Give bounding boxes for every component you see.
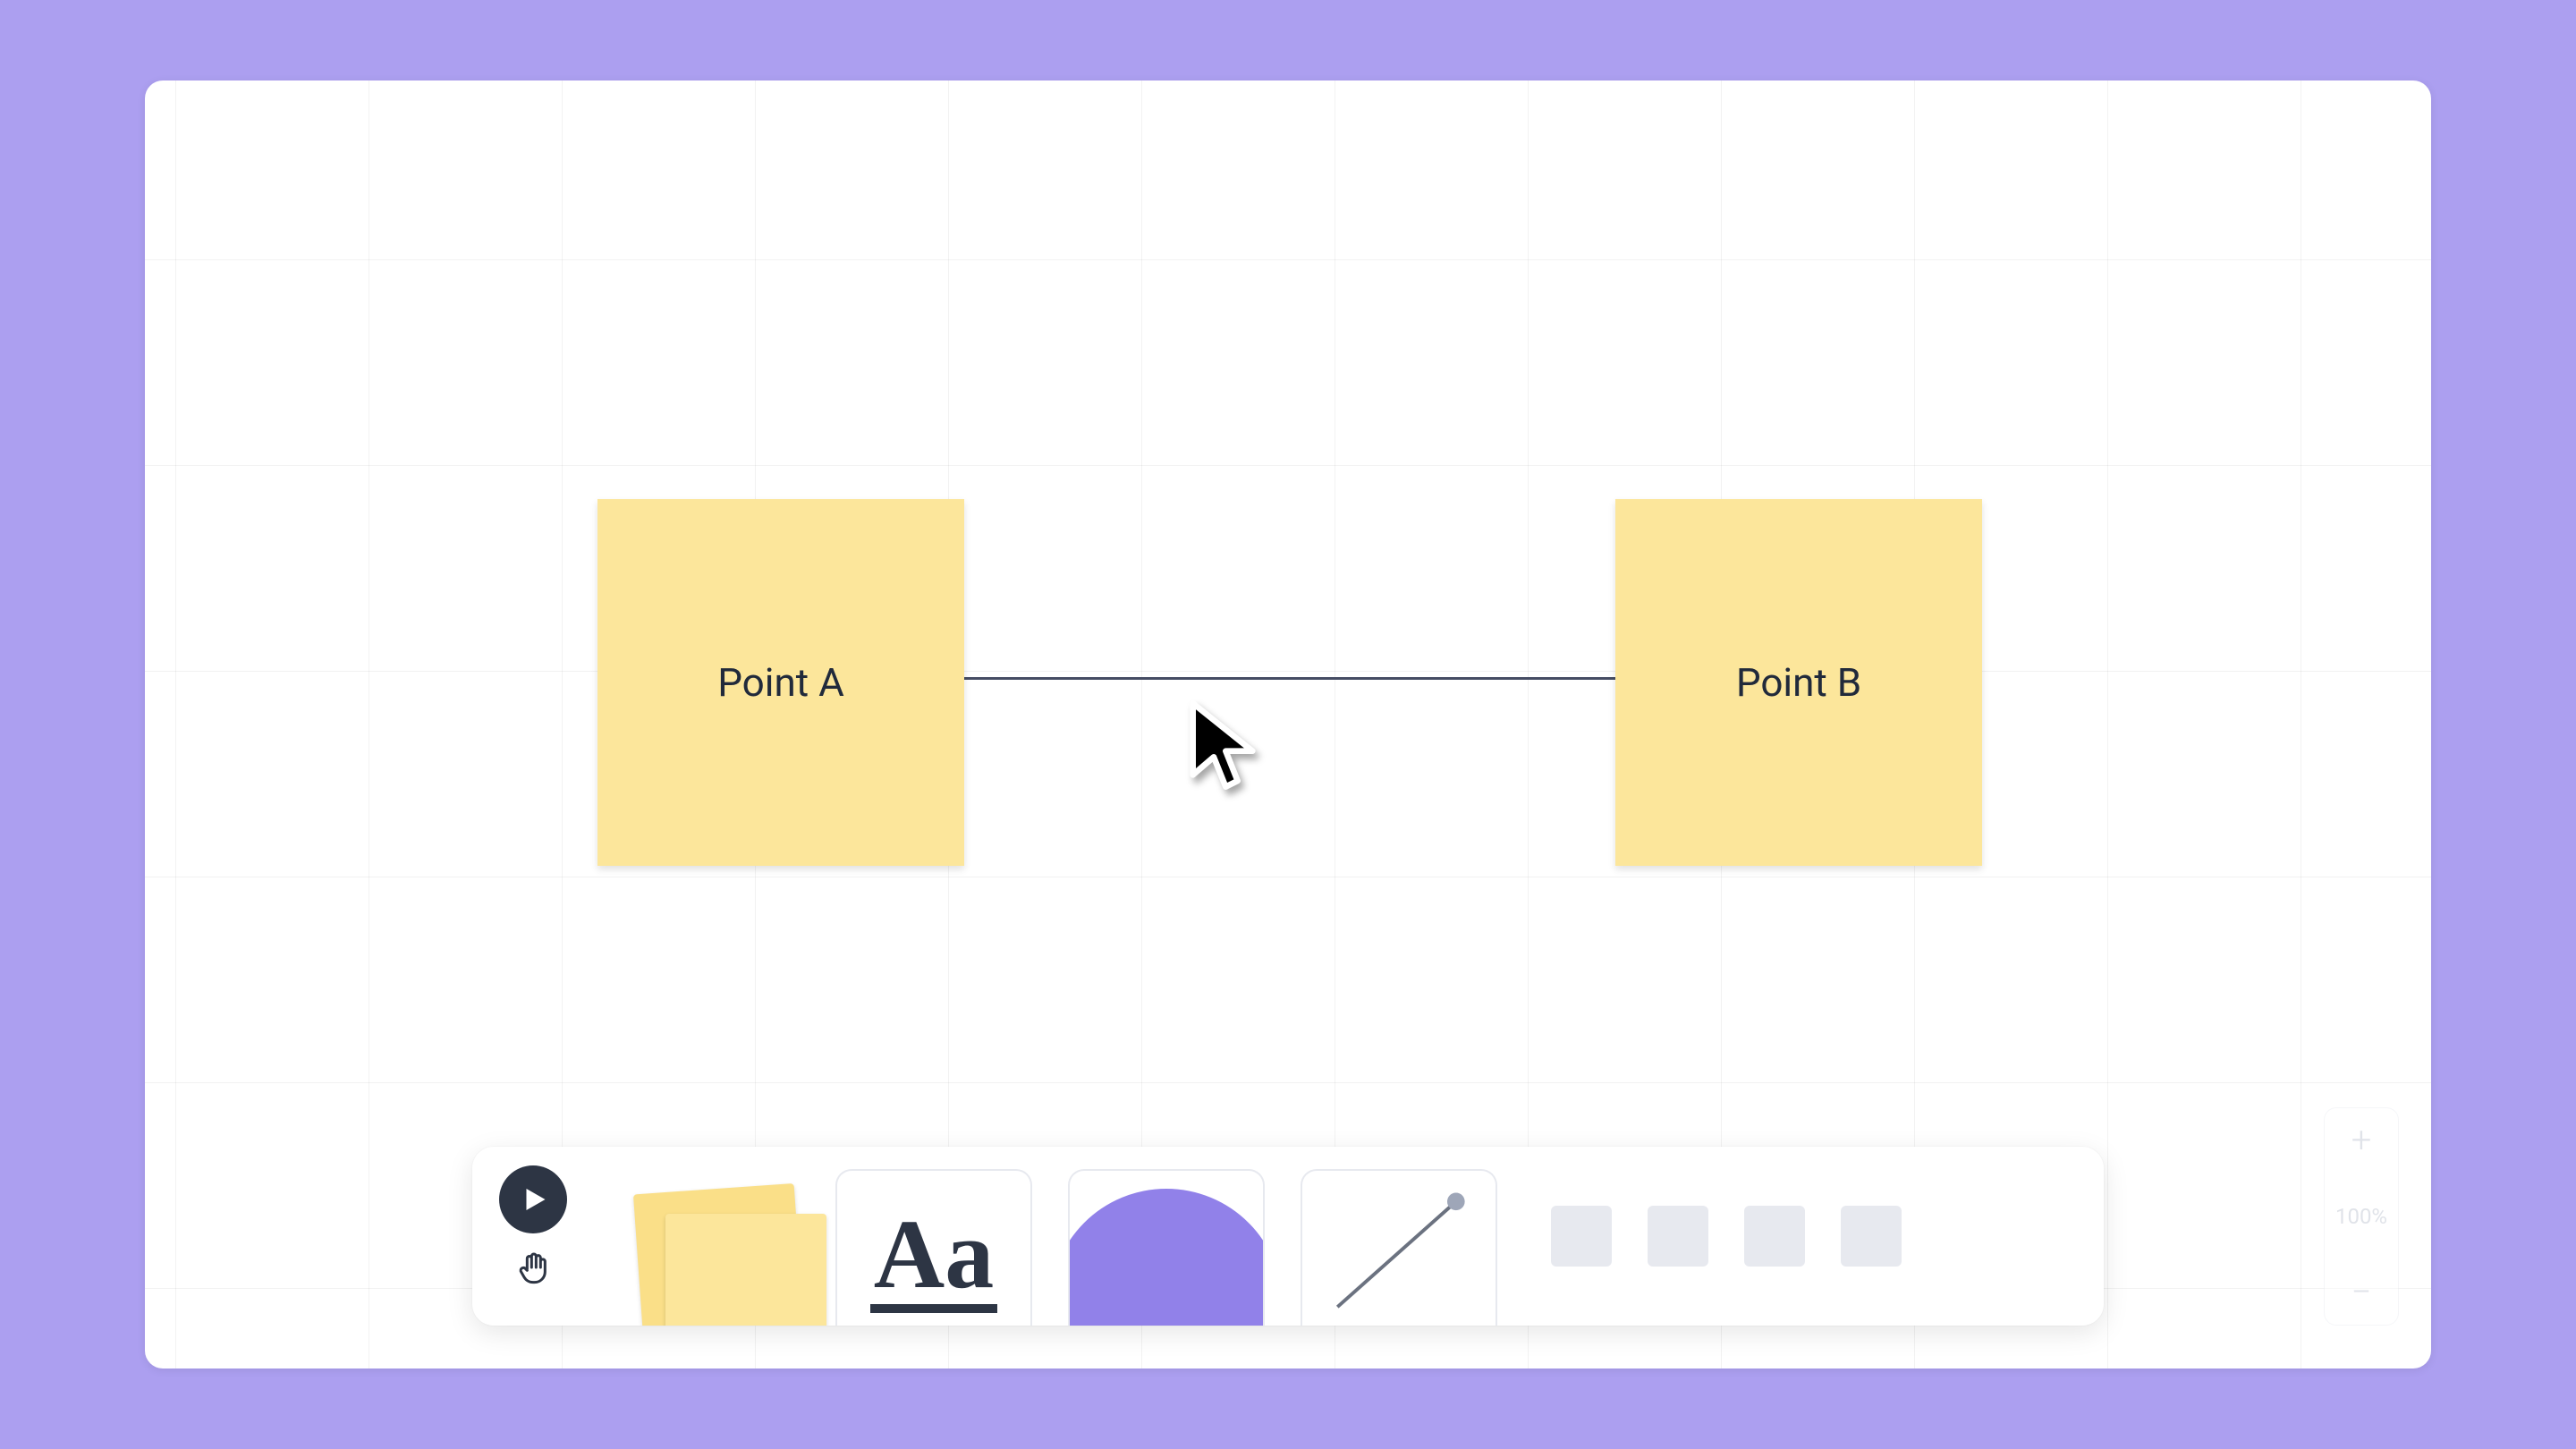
shape-tool[interactable] — [1068, 1169, 1265, 1326]
bottom-toolbar: Aa — [472, 1147, 2104, 1326]
text-tool[interactable]: Aa — [835, 1169, 1032, 1326]
sticky-note-b[interactable]: Point B — [1615, 499, 1982, 866]
zoom-out-button[interactable]: − — [2351, 1275, 2372, 1310]
tool-placeholder[interactable] — [1841, 1206, 1902, 1267]
whiteboard-canvas[interactable]: Point A Point B — [145, 80, 2431, 1368]
text-tool-icon: Aa — [837, 1171, 1030, 1326]
select-tool-button[interactable] — [499, 1165, 567, 1233]
connector-line[interactable] — [964, 677, 1615, 680]
zoom-in-button[interactable]: + — [2351, 1123, 2372, 1158]
sticky-note-a[interactable]: Point A — [597, 499, 964, 866]
connector-tool[interactable] — [1301, 1169, 1497, 1326]
circle-shape-icon — [1068, 1189, 1265, 1326]
hand-tool-button[interactable] — [512, 1246, 555, 1289]
sticky-note-a-label: Point A — [717, 659, 844, 706]
zoom-control: + 100% − — [2324, 1107, 2399, 1326]
cursor-icon — [1187, 696, 1258, 794]
zoom-level[interactable]: 100% — [2335, 1204, 2387, 1229]
sticky-note-b-label: Point B — [1736, 659, 1861, 706]
tool-placeholder[interactable] — [1648, 1206, 1708, 1267]
tool-placeholder[interactable] — [1744, 1206, 1805, 1267]
connector-tool-icon — [1302, 1171, 1496, 1325]
tool-placeholder[interactable] — [1551, 1206, 1612, 1267]
toolbar-extra-slots — [1551, 1147, 1902, 1326]
sticky-note-tool[interactable] — [603, 1169, 800, 1326]
sticky-stack-icon — [665, 1214, 826, 1326]
